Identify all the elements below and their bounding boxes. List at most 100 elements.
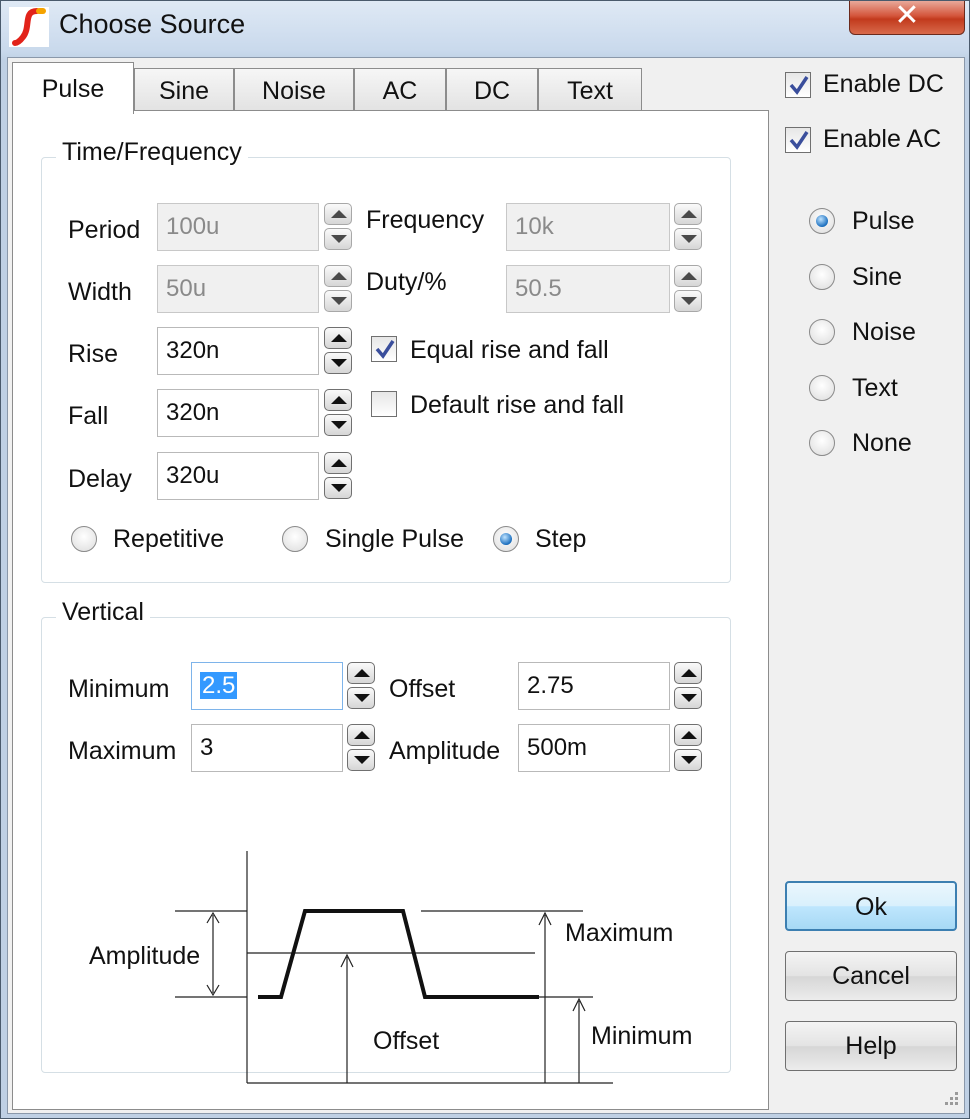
amplitude-up-button[interactable] xyxy=(674,724,702,746)
minimum-up-button[interactable] xyxy=(347,662,375,684)
source-sine-label: Sine xyxy=(852,263,903,291)
maximum-field[interactable]: 3 xyxy=(191,724,343,772)
single-pulse-label: Single Pulse xyxy=(325,525,464,553)
equal-rise-fall-checkbox[interactable] xyxy=(371,336,397,362)
frequency-spinner[interactable] xyxy=(674,203,702,251)
duty-spinner[interactable] xyxy=(674,265,702,313)
choose-source-dialog: Choose Source ✕ Pulse Sine Noise AC DC T… xyxy=(0,0,970,1119)
duty-field[interactable]: 50.5 xyxy=(506,265,670,313)
maximum-up-button[interactable] xyxy=(347,724,375,746)
source-none-radio[interactable] xyxy=(809,430,835,456)
offset-field[interactable]: 2.75 xyxy=(518,662,670,710)
enable-ac-label: Enable AC xyxy=(823,125,942,153)
delay-field[interactable]: 320u xyxy=(157,452,319,500)
minimum-field[interactable]: 2.5 xyxy=(191,662,343,710)
pulse-tab-page: Time/Frequency Period 100u Frequency 10k… xyxy=(12,110,769,1110)
vertical-title: Vertical xyxy=(56,598,150,627)
rise-up-button[interactable] xyxy=(324,327,352,349)
frequency-field[interactable]: 10k xyxy=(506,203,670,251)
rise-label: Rise xyxy=(68,340,119,368)
fall-down-button[interactable] xyxy=(324,414,352,436)
amplitude-field[interactable]: 500m xyxy=(518,724,670,772)
single-pulse-radio[interactable] xyxy=(282,526,308,552)
default-rise-fall-checkbox[interactable] xyxy=(371,391,397,417)
width-label: Width xyxy=(68,278,132,306)
period-label: Period xyxy=(68,216,141,244)
frequency-up-button[interactable] xyxy=(674,203,702,225)
period-spinner[interactable] xyxy=(324,203,352,251)
source-noise-radio[interactable] xyxy=(809,319,835,345)
tab-dc[interactable]: DC xyxy=(446,68,538,112)
fall-up-button[interactable] xyxy=(324,389,352,411)
period-down-button[interactable] xyxy=(324,228,352,250)
ok-button[interactable]: Ok xyxy=(785,881,957,931)
maximum-down-button[interactable] xyxy=(347,749,375,771)
delay-spinner[interactable] xyxy=(324,452,352,500)
source-sine-radio[interactable] xyxy=(809,264,835,290)
period-field[interactable]: 100u xyxy=(157,203,319,251)
tab-text[interactable]: Text xyxy=(538,68,642,112)
minimum-down-button[interactable] xyxy=(347,687,375,709)
pulse-diagram: Amplitude Offset Maximum Minimum xyxy=(89,851,692,1084)
delay-up-button[interactable] xyxy=(324,452,352,474)
frequency-down-button[interactable] xyxy=(674,228,702,250)
offset-down-button[interactable] xyxy=(674,687,702,709)
tab-ac[interactable]: AC xyxy=(354,68,446,112)
amplitude-label: Amplitude xyxy=(389,737,501,765)
maximum-label: Maximum xyxy=(68,737,177,765)
enable-ac-checkbox[interactable] xyxy=(785,127,811,153)
offset-up-button[interactable] xyxy=(674,662,702,684)
time-frequency-title: Time/Frequency xyxy=(56,138,248,167)
minimum-label: Minimum xyxy=(68,675,170,703)
equal-rise-fall-label: Equal rise and fall xyxy=(410,336,609,364)
help-button[interactable]: Help xyxy=(785,1021,957,1071)
delay-label: Delay xyxy=(68,465,132,493)
width-spinner[interactable] xyxy=(324,265,352,313)
delay-down-button[interactable] xyxy=(324,477,352,499)
width-up-button[interactable] xyxy=(324,265,352,287)
cancel-button[interactable]: Cancel xyxy=(785,951,957,1001)
amplitude-spinner[interactable] xyxy=(674,724,702,772)
source-text-radio[interactable] xyxy=(809,375,835,401)
diagram-offset-label: Offset xyxy=(373,1027,439,1055)
tab-pulse[interactable]: Pulse xyxy=(12,62,134,114)
diagram-minimum-label: Minimum xyxy=(591,1022,692,1050)
width-down-button[interactable] xyxy=(324,290,352,312)
width-field[interactable]: 50u xyxy=(157,265,319,313)
repetitive-radio[interactable] xyxy=(71,526,97,552)
amplitude-down-button[interactable] xyxy=(674,749,702,771)
enable-dc-checkbox[interactable] xyxy=(785,72,811,98)
fall-spinner[interactable] xyxy=(324,389,352,437)
checkmark-icon xyxy=(789,131,809,150)
source-none-label: None xyxy=(852,429,912,457)
offset-label: Offset xyxy=(389,675,456,703)
maximum-spinner[interactable] xyxy=(347,724,375,772)
close-button[interactable]: ✕ xyxy=(849,1,965,35)
source-text-label: Text xyxy=(852,374,898,402)
rise-down-button[interactable] xyxy=(324,352,352,374)
rise-spinner[interactable] xyxy=(324,327,352,375)
source-pulse-radio[interactable] xyxy=(809,208,835,234)
period-up-button[interactable] xyxy=(324,203,352,225)
diagram-maximum-label: Maximum xyxy=(565,919,673,947)
fall-field[interactable]: 320n xyxy=(157,389,319,437)
resize-grip-icon[interactable] xyxy=(940,1089,960,1109)
minimum-spinner[interactable] xyxy=(347,662,375,710)
tab-sine[interactable]: Sine xyxy=(134,68,234,112)
step-radio[interactable] xyxy=(493,526,519,552)
window-title: Choose Source xyxy=(59,9,246,39)
duty-up-button[interactable] xyxy=(674,265,702,287)
step-label: Step xyxy=(535,525,587,553)
tab-noise[interactable]: Noise xyxy=(234,68,354,112)
repetitive-label: Repetitive xyxy=(113,525,225,553)
fall-label: Fall xyxy=(68,402,109,430)
checkmark-icon xyxy=(375,340,395,359)
rise-field[interactable]: 320n xyxy=(157,327,319,375)
source-pulse-label: Pulse xyxy=(852,207,915,235)
enable-dc-label: Enable DC xyxy=(823,70,944,98)
app-logo-icon xyxy=(9,7,49,47)
title-bar[interactable]: Choose Source ✕ xyxy=(1,1,970,57)
dialog-body: Pulse Sine Noise AC DC Text Time/Frequen… xyxy=(7,57,965,1114)
offset-spinner[interactable] xyxy=(674,662,702,710)
duty-down-button[interactable] xyxy=(674,290,702,312)
